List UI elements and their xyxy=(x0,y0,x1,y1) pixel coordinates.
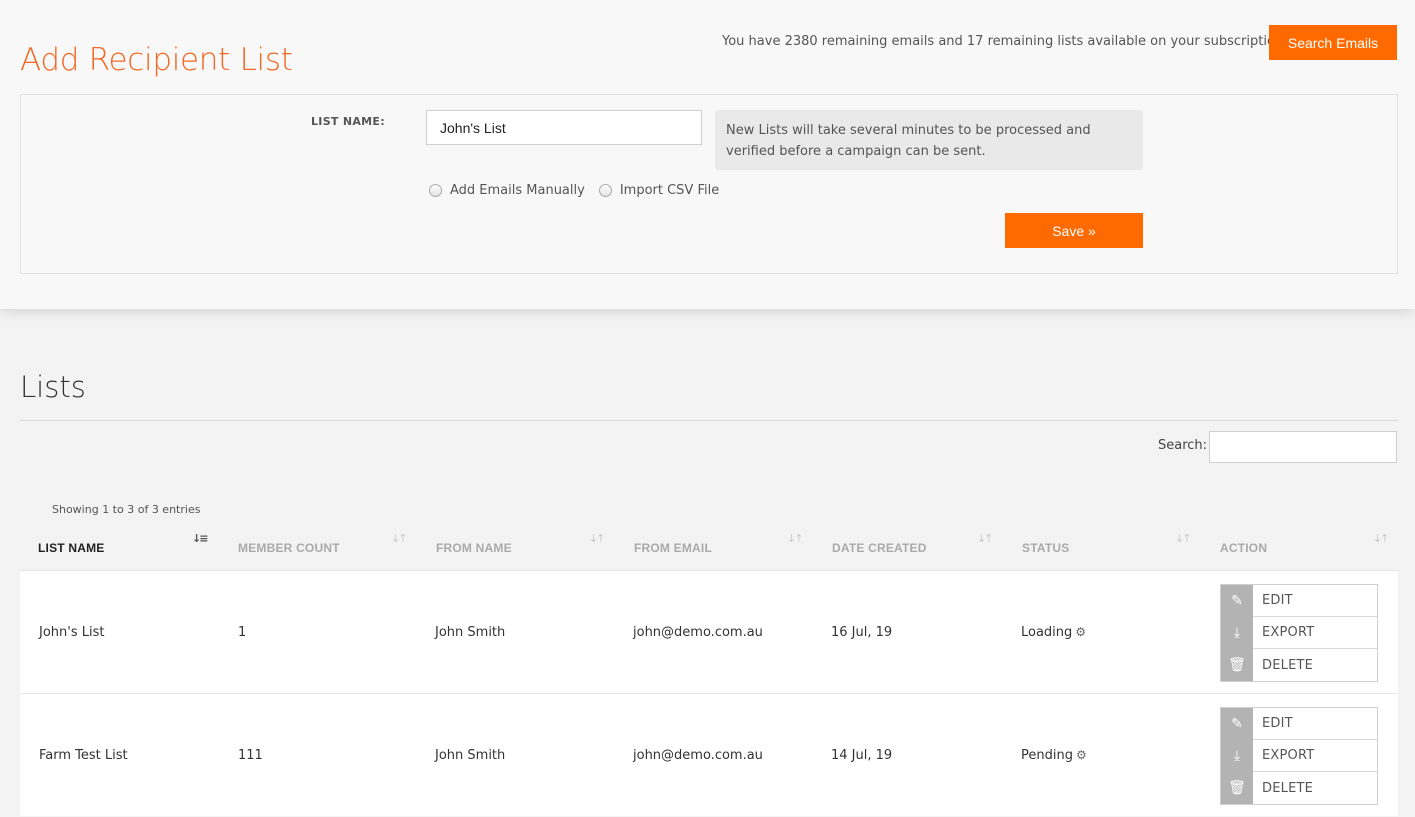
delete-button[interactable]: 🗑 DELETE xyxy=(1221,772,1377,804)
from-email-cell: john@demo.com.au xyxy=(633,748,763,763)
edit-label: EDIT xyxy=(1262,593,1293,608)
sort-icon[interactable]: ↓↑ xyxy=(391,532,408,545)
column-header-action[interactable]: ACTION xyxy=(1220,541,1267,555)
divider xyxy=(20,420,1398,421)
save-button[interactable]: Save » xyxy=(1005,213,1143,248)
processing-info-note: New Lists will take several minutes to b… xyxy=(715,110,1143,170)
export-button[interactable]: ⤓ EXPORT xyxy=(1221,739,1377,772)
member-count-cell: 1 xyxy=(238,625,247,640)
list-name-cell: John's List xyxy=(39,625,105,640)
list-name-input[interactable] xyxy=(426,110,702,145)
trash-icon: 🗑 xyxy=(1221,772,1253,804)
list-name-cell: Farm Test List xyxy=(39,748,128,763)
page-title: Add Recipient List xyxy=(20,42,293,78)
add-manually-radio[interactable] xyxy=(429,184,442,197)
pencil-icon: ✎ xyxy=(1221,707,1253,740)
sort-icon[interactable]: ↓↑ xyxy=(1175,532,1192,545)
from-name-cell: John Smith xyxy=(435,625,506,640)
subscription-note: You have 2380 remaining emails and 17 re… xyxy=(722,34,1284,49)
edit-label: EDIT xyxy=(1262,716,1293,731)
add-manually-label[interactable]: Add Emails Manually xyxy=(450,183,585,198)
delete-label: DELETE xyxy=(1262,780,1314,796)
download-icon: ⤓ xyxy=(1221,616,1253,649)
download-icon: ⤓ xyxy=(1221,739,1253,772)
member-count-cell: 111 xyxy=(238,748,263,763)
column-header-from-email[interactable]: FROM EMAIL xyxy=(634,541,712,555)
sort-icon[interactable]: ↓↑ xyxy=(1373,532,1390,545)
delete-button[interactable]: 🗑 DELETE xyxy=(1221,649,1377,681)
search-label: Search: xyxy=(1158,438,1208,453)
row-actions: ✎ EDIT ⤓ EXPORT 🗑 DELETE xyxy=(1220,584,1378,682)
sort-icon[interactable]: ↓≡ xyxy=(192,532,209,545)
entries-info: Showing 1 to 3 of 3 entries xyxy=(52,503,201,516)
import-csv-label[interactable]: Import CSV File xyxy=(620,183,719,198)
row-actions: ✎ EDIT ⤓ EXPORT 🗑 DELETE xyxy=(1220,707,1378,805)
date-created-cell: 16 Jul, 19 xyxy=(831,625,893,640)
gear-icon: ⚙ xyxy=(1075,625,1087,639)
export-button[interactable]: ⤓ EXPORT xyxy=(1221,616,1377,649)
gear-icon: ⚙ xyxy=(1075,748,1087,762)
table-row: John's List 1 John Smith john@demo.com.a… xyxy=(20,570,1398,693)
sort-icon[interactable]: ↓↑ xyxy=(977,532,994,545)
add-list-panel: Add Recipient List You have 2380 remaini… xyxy=(0,0,1415,309)
status-cell: Pending ⚙ xyxy=(1021,748,1087,763)
column-header-from-name[interactable]: FROM NAME xyxy=(436,541,512,555)
date-created-cell: 14 Jul, 19 xyxy=(831,748,893,763)
import-csv-radio[interactable] xyxy=(598,184,612,197)
lists-title: Lists xyxy=(20,370,86,404)
sort-icon[interactable]: ↓↑ xyxy=(589,532,606,545)
status-cell: Loading ⚙ xyxy=(1021,625,1086,640)
edit-button[interactable]: ✎ EDIT xyxy=(1221,584,1377,617)
edit-button[interactable]: ✎ EDIT xyxy=(1221,707,1377,740)
status-label: Pending xyxy=(1021,748,1073,763)
column-header-date-created[interactable]: DATE CREATED xyxy=(832,541,927,555)
from-email-cell: john@demo.com.au xyxy=(633,625,763,640)
pencil-icon: ✎ xyxy=(1221,584,1253,617)
trash-icon: 🗑 xyxy=(1221,649,1253,681)
export-label: EXPORT xyxy=(1262,748,1315,763)
list-name-label: LIST NAME: xyxy=(311,115,385,128)
column-header-member-count[interactable]: MEMBER COUNT xyxy=(238,541,340,555)
export-label: EXPORT xyxy=(1262,625,1315,640)
add-list-form: LIST NAME: New Lists will take several m… xyxy=(20,94,1398,274)
from-name-cell: John Smith xyxy=(435,748,506,763)
search-input[interactable] xyxy=(1209,431,1397,463)
delete-label: DELETE xyxy=(1262,657,1314,673)
import-method-options: Add Emails Manually Import CSV File xyxy=(429,183,733,198)
status-label: Loading xyxy=(1021,625,1073,640)
column-header-status[interactable]: STATUS xyxy=(1022,541,1069,555)
sort-icon[interactable]: ↓↑ xyxy=(787,532,804,545)
search-emails-button[interactable]: Search Emails xyxy=(1269,25,1397,60)
table-row: Farm Test List 111 John Smith john@demo.… xyxy=(20,693,1398,816)
column-header-list-name[interactable]: LIST NAME xyxy=(38,541,104,555)
